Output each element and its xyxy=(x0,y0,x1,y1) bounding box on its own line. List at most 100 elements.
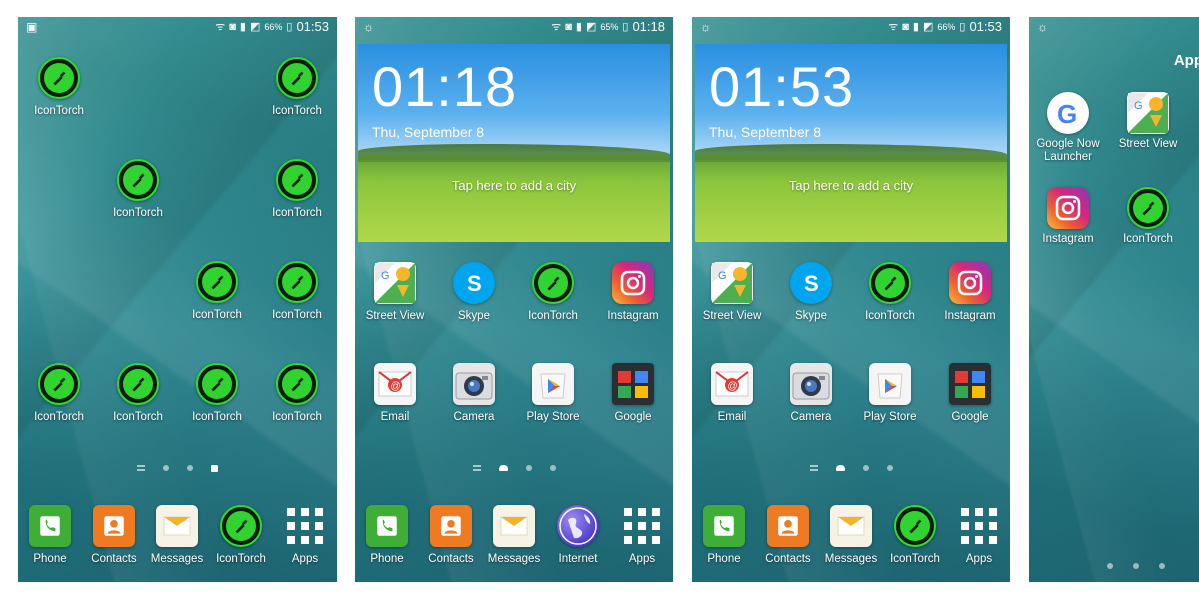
globe-icon xyxy=(557,505,599,547)
app-label: IconTorch xyxy=(34,411,84,423)
page-dot[interactable] xyxy=(187,465,193,471)
app-email[interactable]: @ Email xyxy=(694,363,770,433)
app-icontorch[interactable]: IconTorch xyxy=(179,363,255,433)
page-dot[interactable] xyxy=(1159,563,1165,569)
play-store-icon xyxy=(869,363,911,405)
page-dot[interactable] xyxy=(886,465,893,471)
page-dot[interactable] xyxy=(525,465,532,471)
app-icontorch[interactable]: IconTorch xyxy=(21,363,97,433)
app-street-view[interactable]: G Street View xyxy=(1110,92,1186,162)
app-label: Camera xyxy=(453,411,495,423)
home-screen-2: ☼ ᯤ ◙ ▮ ◩ 65% ▯ 01:18 01:18 Thu, Septemb… xyxy=(355,17,673,582)
page-dot[interactable] xyxy=(137,465,145,471)
app-play-store[interactable]: Play Store xyxy=(852,363,928,433)
page-indicator[interactable] xyxy=(355,463,673,473)
app-icontorch[interactable]: IconTorch xyxy=(852,262,928,332)
app-street-view[interactable]: G Street View xyxy=(357,262,433,332)
app-instagram[interactable]: Instagram xyxy=(595,262,671,332)
app-icontorch[interactable]: IconTorch xyxy=(259,159,335,229)
app-skype[interactable]: S Skype xyxy=(436,262,512,332)
app-label: Skype xyxy=(458,310,490,322)
skype-icon: S xyxy=(790,262,832,304)
page-indicator[interactable] xyxy=(18,463,337,473)
skype-icon: S xyxy=(453,262,495,304)
apps-grid-icon xyxy=(621,505,663,547)
phone-icon xyxy=(703,505,745,547)
app-icontorch[interactable]: IconTorch xyxy=(1110,187,1186,257)
page-indicator[interactable] xyxy=(692,463,1010,473)
svg-text:S: S xyxy=(804,271,819,296)
instagram-icon xyxy=(612,262,654,304)
weather-clock-widget[interactable]: 01:53 Thu, September 8 Tap here to add a… xyxy=(695,44,1007,242)
folder-google[interactable]: Google xyxy=(595,363,671,433)
app-street-view[interactable]: G Street View xyxy=(694,262,770,332)
flashlight-icon xyxy=(276,57,318,99)
app-label: Skype xyxy=(795,310,827,322)
app-label: Play Store xyxy=(526,411,580,423)
dock-apps[interactable]: Apps xyxy=(941,505,1010,575)
weather-clock-widget[interactable]: 01:18 Thu, September 8 Tap here to add a… xyxy=(358,44,670,242)
app-label: IconTorch xyxy=(1123,233,1173,245)
app-icontorch[interactable]: IconTorch xyxy=(179,261,255,331)
svg-text:G: G xyxy=(718,270,727,282)
messages-icon xyxy=(156,505,198,547)
dock-apps[interactable]: Apps xyxy=(604,505,673,575)
page-dot-home-active[interactable] xyxy=(835,465,845,471)
app-instagram[interactable]: Instagram xyxy=(1030,187,1106,257)
folder-google[interactable]: Google xyxy=(932,363,1008,433)
app-camera[interactable]: Camera xyxy=(436,363,512,433)
app-label: IconTorch xyxy=(272,207,322,219)
app-label: Instagram xyxy=(1042,233,1094,245)
app-label: IconTorch xyxy=(113,207,163,219)
flashlight-icon xyxy=(220,505,262,547)
app-label: Google Now Launcher xyxy=(1036,138,1100,163)
app-label: Email xyxy=(380,411,410,423)
battery-percent: 65% xyxy=(600,22,619,32)
svg-text:G: G xyxy=(381,270,390,282)
email-icon: @ xyxy=(374,363,416,405)
messages-icon xyxy=(830,505,872,547)
page-dot-active[interactable] xyxy=(211,464,218,472)
wifi-icon: ᯤ xyxy=(551,21,562,33)
page-dot[interactable] xyxy=(163,465,169,471)
dock-apps[interactable]: Apps xyxy=(267,505,337,575)
svg-text:@: @ xyxy=(391,381,401,392)
app-skype[interactable]: S Skype xyxy=(773,262,849,332)
app-icontorch[interactable]: IconTorch xyxy=(259,363,335,433)
app-label: Street View xyxy=(365,310,425,322)
page-dot[interactable] xyxy=(1107,563,1113,569)
signal-icon: ▮ xyxy=(239,21,246,33)
app-label: IconTorch xyxy=(528,310,578,322)
app-google-now-launcher[interactable]: G Google Now Launcher xyxy=(1030,92,1106,163)
app-email[interactable]: @ Email xyxy=(357,363,433,433)
page-dot[interactable] xyxy=(862,465,869,471)
page-indicator[interactable] xyxy=(1029,561,1199,571)
app-instagram[interactable]: Instagram xyxy=(932,262,1008,332)
app-icontorch[interactable]: IconTorch xyxy=(515,262,591,332)
app-icontorch[interactable]: IconTorch xyxy=(259,261,335,331)
svg-text:G: G xyxy=(1057,99,1077,129)
app-icontorch[interactable]: IconTorch xyxy=(259,57,335,127)
add-city-prompt[interactable]: Tap here to add a city xyxy=(695,178,1007,193)
page-dot[interactable] xyxy=(472,465,481,471)
app-icontorch[interactable]: IconTorch xyxy=(21,57,97,127)
app-label: Play Store xyxy=(863,411,917,423)
page-dot[interactable] xyxy=(809,465,818,471)
page-dot-home-active[interactable] xyxy=(498,465,508,471)
page-dot[interactable] xyxy=(1133,563,1139,569)
messages-icon xyxy=(493,505,535,547)
page-dot[interactable] xyxy=(549,465,556,471)
instagram-icon xyxy=(1047,187,1089,229)
app-icontorch[interactable]: IconTorch xyxy=(100,159,176,229)
battery-percent: 66% xyxy=(937,22,956,32)
camera-icon xyxy=(453,363,495,405)
battery-icon: ▯ xyxy=(622,21,629,33)
signal-icon: ▮ xyxy=(912,21,919,33)
signal-icon: ▮ xyxy=(575,21,582,33)
app-icontorch[interactable]: IconTorch xyxy=(100,363,176,433)
flashlight-icon xyxy=(1127,187,1169,229)
add-city-prompt[interactable]: Tap here to add a city xyxy=(358,178,670,193)
app-camera[interactable]: Camera xyxy=(773,363,849,433)
app-play-store[interactable]: Play Store xyxy=(515,363,591,433)
app-drawer-screen: ☼ App G Google Now Launcher G Street Vie… xyxy=(1029,17,1199,582)
